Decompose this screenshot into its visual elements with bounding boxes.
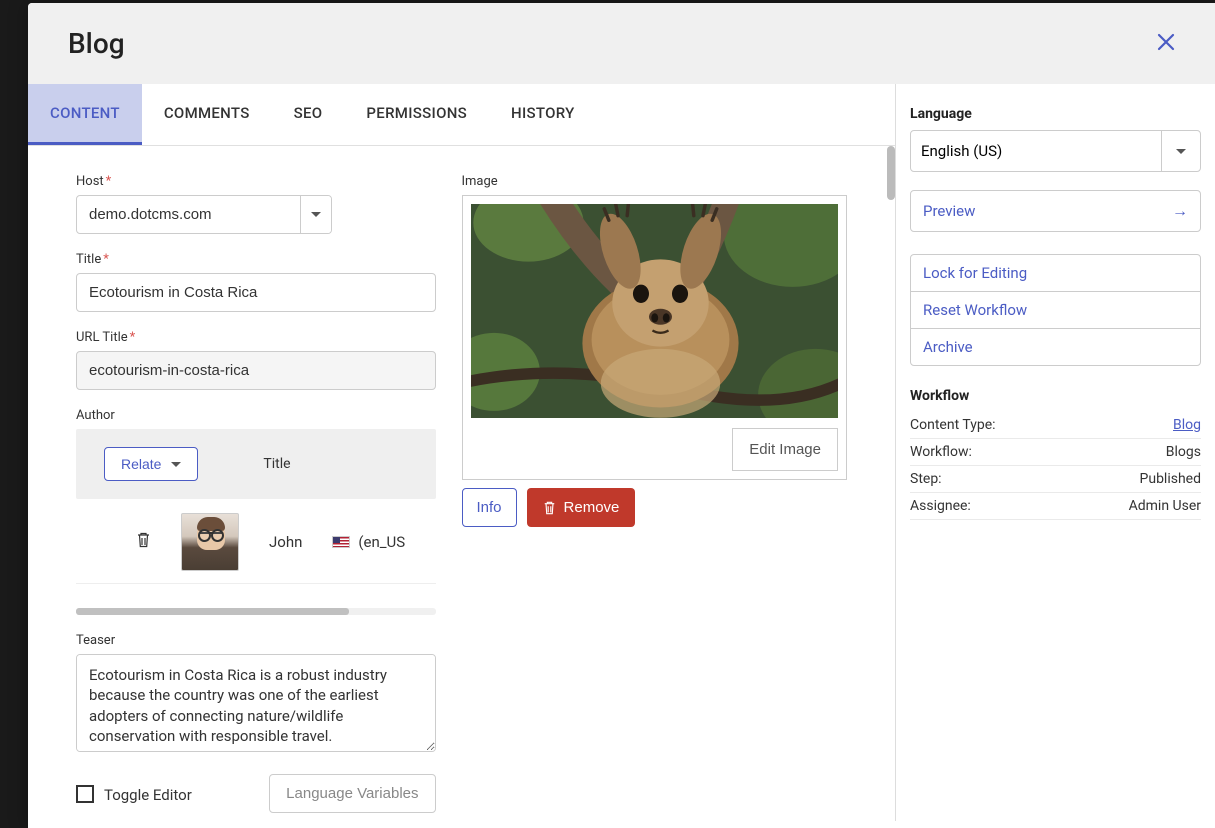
arrow-right-icon: → [1172,201,1188,221]
trash-icon[interactable] [136,532,151,552]
host-label: Host* [76,174,436,189]
image-button-row: Info Remove [462,488,848,527]
url-title-label: URL Title* [76,330,436,345]
image-actions: Edit Image [471,428,839,471]
left-pane: CONTENT COMMENTS SEO PERMISSIONS HISTORY… [28,84,896,821]
language-value: English (US) [911,131,1161,171]
action-lock-for-editing[interactable]: Lock for Editing [911,255,1200,291]
form-left-column: Host* Title* [76,174,462,821]
blog-edit-modal: Blog CONTENT COMMENTS SEO PERMISSIONS HI… [28,3,1215,828]
tab-permissions[interactable]: PERMISSIONS [344,84,489,145]
image-thumbnail[interactable] [471,204,839,418]
tab-history[interactable]: HISTORY [489,84,597,145]
horizontal-scrollbar[interactable] [76,608,436,615]
relate-button[interactable]: Relate [104,447,198,481]
language-select[interactable]: English (US) [910,130,1201,172]
vertical-scrollbar[interactable] [887,146,895,200]
host-select[interactable] [76,195,332,234]
action-reset-workflow[interactable]: Reset Workflow [911,291,1200,328]
language-variables-button[interactable]: Language Variables [269,774,435,813]
tab-content[interactable]: CONTENT [28,84,142,145]
form-right-column: Image [462,174,848,821]
author-field: Author Relate Title [76,408,436,615]
language-label: Language [910,106,1201,122]
image-card: Edit Image [462,195,848,480]
title-label: Title* [76,252,436,267]
title-input[interactable] [76,273,436,312]
tab-comments[interactable]: COMMENTS [142,84,272,145]
author-label: Author [76,408,436,423]
preview-button[interactable]: Preview → [910,190,1201,232]
close-icon[interactable] [1157,32,1175,56]
checkbox-icon[interactable] [76,785,94,803]
avatar [181,513,239,571]
modal-header: Blog [28,3,1215,84]
teaser-textarea[interactable] [76,654,436,752]
action-archive[interactable]: Archive [911,328,1200,365]
host-field: Host* [76,174,436,234]
content-type-link[interactable]: Blog [1173,417,1201,433]
author-locale: (en_US [358,533,405,551]
teaser-field: Teaser [76,633,436,756]
modal-title: Blog [68,27,125,60]
flag-us-icon [332,536,350,548]
author-column-title: Title [198,456,435,472]
meta-workflow: Workflow: Blogs [910,439,1201,466]
meta-assignee: Assignee: Admin User [910,493,1201,520]
trash-icon [543,501,556,515]
image-field: Image [462,174,848,527]
tabs: CONTENT COMMENTS SEO PERMISSIONS HISTORY [28,84,895,146]
author-row: John (en_US [76,499,436,584]
edit-image-button[interactable]: Edit Image [732,428,838,471]
tab-seo[interactable]: SEO [272,84,345,145]
toggle-editor-checkbox[interactable]: Toggle Editor [76,784,192,804]
author-relate-box: Relate Title [76,429,436,499]
title-field: Title* [76,252,436,312]
remove-button[interactable]: Remove [527,488,636,527]
workflow-label: Workflow [910,388,1201,404]
right-sidebar: Language English (US) Preview → Lock for… [896,84,1215,821]
language-caret-icon[interactable] [1161,131,1200,171]
url-title-field: URL Title* [76,330,436,390]
teaser-label: Teaser [76,633,436,648]
toggle-row: Toggle Editor Language Variables [76,774,436,813]
image-label: Image [462,174,848,189]
host-caret-icon[interactable] [300,196,331,233]
form-scroll[interactable]: Host* Title* [28,146,895,821]
workflow-actions: Lock for Editing Reset Workflow Archive [910,254,1201,366]
meta-content-type: Content Type: Blog [910,412,1201,439]
info-button[interactable]: Info [462,488,517,527]
host-input[interactable] [77,196,300,233]
author-name: John [269,533,302,551]
chevron-down-icon [171,462,181,467]
meta-step: Step: Published [910,466,1201,493]
url-title-input[interactable] [76,351,436,390]
workflow-meta: Content Type: Blog Workflow: Blogs Step:… [910,412,1201,520]
content-wrap: CONTENT COMMENTS SEO PERMISSIONS HISTORY… [28,84,1215,821]
